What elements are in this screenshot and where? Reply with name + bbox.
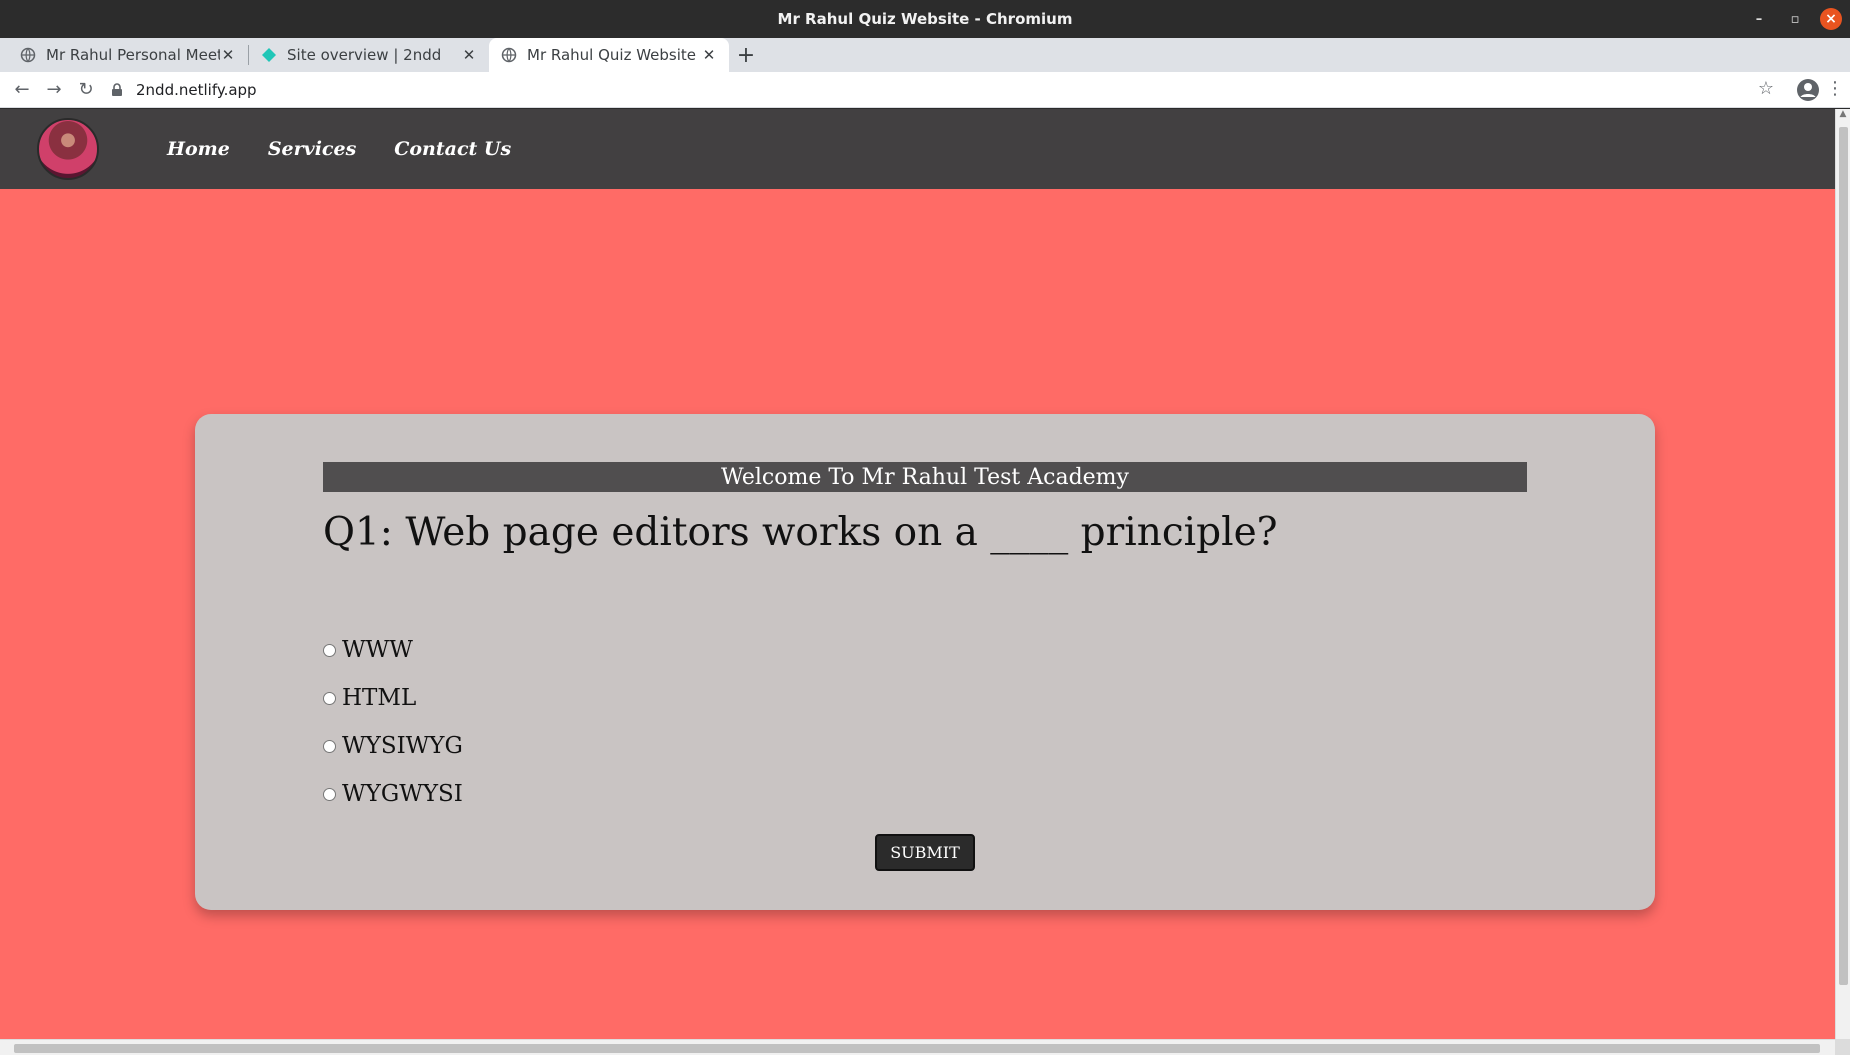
submit-button[interactable]: SUBMIT xyxy=(875,834,975,871)
browser-toolbar: ← → ↻ 2ndd.netlify.app ☆ ⋮ xyxy=(0,72,1850,108)
radio-button[interactable] xyxy=(323,691,336,705)
radio-button[interactable] xyxy=(323,787,336,801)
option-label: HTML xyxy=(342,685,417,711)
bookmark-star-icon[interactable]: ☆ xyxy=(1758,78,1774,99)
answer-option[interactable]: HTML xyxy=(323,674,463,722)
answer-options: WWW HTML WYSIWYG WYGWYSI xyxy=(323,626,463,818)
tab-close-icon[interactable]: ✕ xyxy=(220,46,236,64)
globe-icon xyxy=(501,47,517,63)
tab-personal-meet[interactable]: Mr Rahul Personal Meet ✕ xyxy=(8,38,248,72)
tab-close-icon[interactable]: ✕ xyxy=(701,46,717,64)
tab-quiz-website[interactable]: Mr Rahul Quiz Website ✕ xyxy=(489,38,729,72)
url-text: 2ndd.netlify.app xyxy=(136,81,257,99)
tab-title: Site overview | 2ndd xyxy=(287,46,442,64)
nav-home[interactable]: Home xyxy=(167,138,230,160)
forward-icon[interactable]: → xyxy=(38,74,70,106)
quiz-header: Welcome To Mr Rahul Test Academy xyxy=(323,462,1527,492)
vertical-scrollbar[interactable]: ▲ xyxy=(1835,109,1850,1039)
lock-icon xyxy=(112,83,122,96)
tab-title: Mr Rahul Quiz Website xyxy=(527,46,697,64)
option-label: WYGWYSI xyxy=(342,781,463,807)
window-controls: – ▫ × xyxy=(1748,8,1842,30)
answer-option[interactable]: WWW xyxy=(323,626,463,674)
horizontal-scrollbar[interactable] xyxy=(0,1039,1835,1055)
new-tab-icon[interactable]: + xyxy=(729,38,763,72)
reload-icon[interactable]: ↻ xyxy=(70,74,102,106)
menu-dots-icon[interactable]: ⋮ xyxy=(1826,78,1844,99)
site-navbar: Home Services Contact Us xyxy=(0,109,1835,189)
option-label: WWW xyxy=(342,637,413,663)
minimize-icon[interactable]: – xyxy=(1748,8,1770,30)
tab-site-overview[interactable]: Site overview | 2ndd ✕ xyxy=(249,38,489,72)
tab-title: Mr Rahul Personal Meet xyxy=(46,46,220,64)
page-viewport: Home Services Contact Us Welcome To Mr R… xyxy=(0,109,1835,1039)
window-title: Mr Rahul Quiz Website - Chromium xyxy=(777,10,1073,28)
radio-button[interactable] xyxy=(323,643,336,657)
nav-services[interactable]: Services xyxy=(268,138,356,160)
profile-icon[interactable] xyxy=(1796,78,1820,102)
avatar xyxy=(37,118,99,180)
maximize-icon[interactable]: ▫ xyxy=(1784,8,1806,30)
scrollbar-thumb[interactable] xyxy=(1839,127,1848,985)
quiz-question: Q1: Web page editors works on a ____ pri… xyxy=(323,510,1278,555)
back-icon[interactable]: ← xyxy=(6,74,38,106)
window-titlebar: Mr Rahul Quiz Website - Chromium – ▫ × xyxy=(0,0,1850,38)
radio-button[interactable] xyxy=(323,739,336,753)
address-bar[interactable]: 2ndd.netlify.app xyxy=(110,75,1770,105)
quiz-card: Welcome To Mr Rahul Test Academy Q1: Web… xyxy=(195,414,1655,910)
nav-contact-us[interactable]: Contact Us xyxy=(394,138,511,160)
scrollbar-thumb[interactable] xyxy=(14,1044,1820,1053)
tab-close-icon[interactable]: ✕ xyxy=(461,46,477,64)
answer-option[interactable]: WYGWYSI xyxy=(323,770,463,818)
option-label: WYSIWYG xyxy=(342,733,463,759)
netlify-icon xyxy=(262,48,276,62)
tab-strip: Mr Rahul Personal Meet ✕ Site overview |… xyxy=(0,38,1850,72)
globe-icon xyxy=(20,47,36,63)
scrollbar-corner xyxy=(1835,1039,1850,1055)
answer-option[interactable]: WYSIWYG xyxy=(323,722,463,770)
scroll-up-icon[interactable]: ▲ xyxy=(1836,109,1850,124)
close-icon[interactable]: × xyxy=(1820,8,1842,30)
